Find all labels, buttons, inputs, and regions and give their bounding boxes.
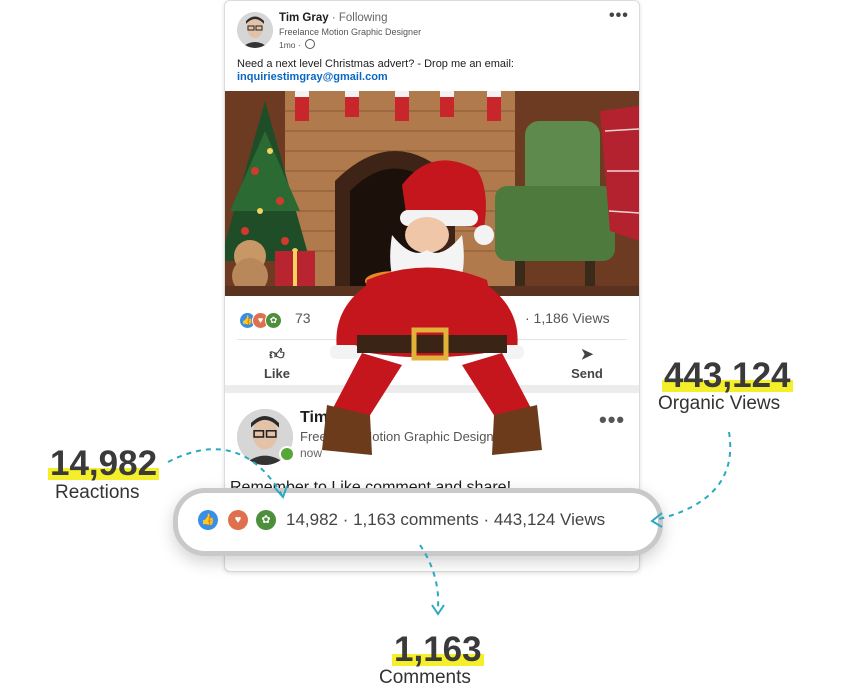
views-arrow [654,431,732,521]
reactions-arrow [167,448,283,496]
views-arrowhead [650,512,663,528]
callout-arrows [167,431,732,616]
comments-arrow [419,544,440,609]
comments-arrowhead [431,604,445,616]
